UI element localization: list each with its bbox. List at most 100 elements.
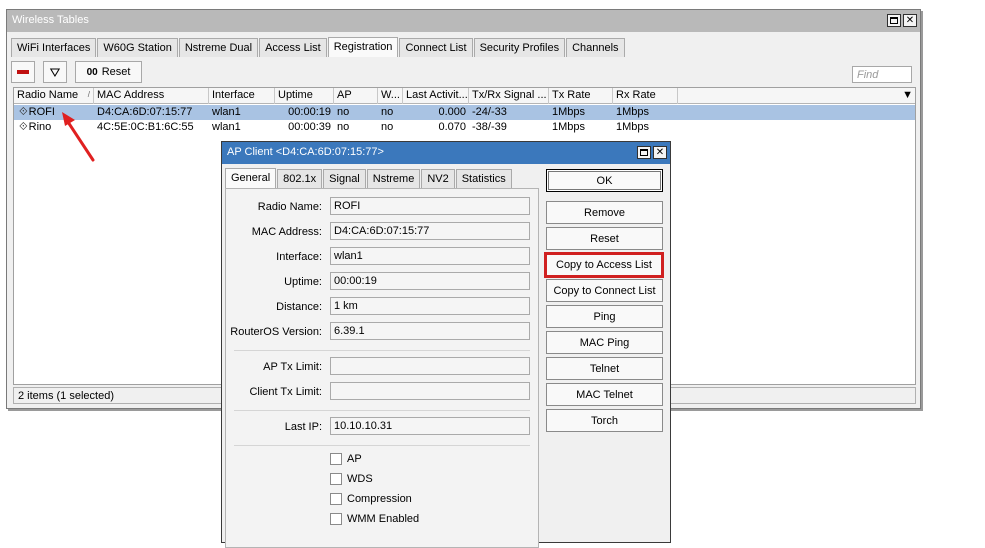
checkbox-box[interactable] <box>330 453 342 465</box>
column-mac-address[interactable]: MAC Address <box>94 88 209 104</box>
close-icon[interactable]: ✕ <box>653 146 667 159</box>
sort-indicator: / <box>87 90 90 99</box>
reset-button[interactable]: Reset <box>546 227 663 250</box>
cell-mac: 4C:5E:0C:B1:6C:55 <box>97 121 194 133</box>
remove-button[interactable]: Remove <box>546 201 663 224</box>
column-wds[interactable]: W... <box>378 88 403 104</box>
separator <box>234 410 530 411</box>
tab-statistics[interactable]: Statistics <box>455 169 512 188</box>
checkbox-box[interactable] <box>330 493 342 505</box>
cell-tx-rate: 1Mbps <box>552 121 586 133</box>
cell-mac: D4:CA:6D:07:15:77 <box>97 106 193 118</box>
label-routeros-version: RouterOS Version: <box>230 326 322 338</box>
label-radio-name: Radio Name: <box>257 201 322 213</box>
filter-button[interactable]: ⛛ <box>43 61 67 83</box>
tab-general[interactable]: General <box>225 168 277 188</box>
distance-field[interactable]: 1 km <box>330 297 530 315</box>
tab-connect-list[interactable]: Connect List <box>399 38 473 57</box>
maximize-icon[interactable] <box>887 14 901 27</box>
torch-button[interactable]: Torch <box>546 409 663 432</box>
reset-counter-icon: 00 <box>86 66 98 78</box>
cell-uptime: 00:00:19 <box>288 106 331 118</box>
interface-field[interactable]: wlan1 <box>330 247 530 265</box>
tab-security-profiles[interactable]: Security Profiles <box>473 38 566 57</box>
column-signal[interactable]: Tx/Rx Signal ... <box>469 88 549 104</box>
column-uptime[interactable]: Uptime <box>275 88 334 104</box>
main-tabs: WiFi Interfaces W60G Station Nstreme Dua… <box>11 37 626 57</box>
cell-radio-name: ⟐ROFI <box>19 106 55 118</box>
label-mac-address: MAC Address: <box>251 226 322 238</box>
checkbox-wds[interactable]: WDS <box>330 472 373 486</box>
label-distance: Distance: <box>276 301 322 313</box>
cell-tx-rate: 1Mbps <box>552 106 586 118</box>
ap-tx-limit-field[interactable] <box>330 357 530 375</box>
separator <box>234 445 530 446</box>
checkbox-compression[interactable]: Compression <box>330 492 412 506</box>
cell-uptime: 00:00:39 <box>288 121 331 133</box>
find-input[interactable]: Find <box>852 66 912 83</box>
dialog-title: AP Client <D4:CA:6D:07:15:77> <box>227 146 384 158</box>
column-interface[interactable]: Interface <box>209 88 275 104</box>
reset-button[interactable]: 00 Reset <box>75 61 142 83</box>
column-tx-rate[interactable]: Tx Rate <box>549 88 613 104</box>
maximize-icon[interactable] <box>637 146 651 159</box>
label-ap-tx-limit: AP Tx Limit: <box>263 361 322 373</box>
cell-ap: no <box>337 106 350 118</box>
cell-last-activity: 0.000 <box>438 106 466 118</box>
cell-interface: wlan1 <box>212 106 241 118</box>
routeros-version-field[interactable]: 6.39.1 <box>330 322 530 340</box>
checkbox-box[interactable] <box>330 513 342 525</box>
telnet-button[interactable]: Telnet <box>546 357 663 380</box>
checkbox-box[interactable] <box>330 473 342 485</box>
remove-button[interactable] <box>11 61 35 83</box>
tab-nstreme[interactable]: Nstreme <box>366 169 421 188</box>
column-radio-name[interactable]: Radio Name / <box>14 88 94 104</box>
radio-icon: ⟐ <box>19 106 28 118</box>
cell-wds: no <box>381 121 394 133</box>
tab-8021x[interactable]: 802.1x <box>277 169 323 188</box>
window-titlebar[interactable]: Wireless Tables ✕ <box>7 10 920 32</box>
tab-wifi-interfaces[interactable]: WiFi Interfaces <box>11 38 97 57</box>
dropdown-arrow-icon[interactable]: ▼ <box>902 89 913 101</box>
filter-icon: ⛛ <box>49 64 61 80</box>
mac-telnet-button[interactable]: MAC Telnet <box>546 383 663 406</box>
client-tx-limit-field[interactable] <box>330 382 530 400</box>
checkbox-ap[interactable]: AP <box>330 452 362 466</box>
column-last-activity[interactable]: Last Activit... <box>403 88 469 104</box>
close-icon[interactable]: ✕ <box>903 14 917 27</box>
column-rx-rate[interactable]: Rx Rate <box>613 88 678 104</box>
column-ap[interactable]: AP <box>334 88 378 104</box>
mac-ping-button[interactable]: MAC Ping <box>546 331 663 354</box>
table-row[interactable]: ⟐Rino 4C:5E:0C:B1:6C:55 wlan1 00:00:39 n… <box>14 120 915 135</box>
radio-name-field[interactable]: ROFI <box>330 197 530 215</box>
ap-client-dialog: AP Client <D4:CA:6D:07:15:77> ✕ General … <box>221 141 671 548</box>
tab-signal[interactable]: Signal <box>323 169 366 188</box>
cell-last-activity: 0.070 <box>438 121 466 133</box>
copy-to-connect-list-button[interactable]: Copy to Connect List <box>546 279 663 302</box>
copy-to-access-list-button[interactable]: Copy to Access List <box>544 252 664 278</box>
dialog-tabs: General 802.1x Signal Nstreme NV2 Statis… <box>225 168 513 188</box>
cell-ap: no <box>337 121 350 133</box>
radio-icon: ⟐ <box>19 121 28 133</box>
mac-address-field[interactable]: D4:CA:6D:07:15:77 <box>330 222 530 240</box>
cell-signal: -38/-39 <box>472 121 507 133</box>
checkbox-wmm-enabled[interactable]: WMM Enabled <box>330 512 419 526</box>
window-title: Wireless Tables <box>12 14 89 26</box>
last-ip-field[interactable]: 10.10.10.31 <box>330 417 530 435</box>
uptime-field[interactable]: 00:00:19 <box>330 272 530 290</box>
cell-wds: no <box>381 106 394 118</box>
cell-radio-name: ⟐Rino <box>19 121 52 133</box>
ok-button[interactable]: OK <box>546 169 663 192</box>
tab-access-list[interactable]: Access List <box>259 38 327 57</box>
tab-nstreme-dual[interactable]: Nstreme Dual <box>178 38 259 57</box>
table-header: Radio Name / MAC Address Interface Uptim… <box>14 88 915 104</box>
dialog-titlebar[interactable]: AP Client <D4:CA:6D:07:15:77> ✕ <box>222 142 670 164</box>
cell-signal: -24/-33 <box>472 106 507 118</box>
tab-nv2[interactable]: NV2 <box>421 169 455 188</box>
separator <box>234 350 530 351</box>
tab-registration[interactable]: Registration <box>327 37 399 57</box>
tab-w60g-station[interactable]: W60G Station <box>97 38 178 57</box>
tab-channels[interactable]: Channels <box>566 38 625 57</box>
ping-button[interactable]: Ping <box>546 305 663 328</box>
table-row[interactable]: ⟐ROFI D4:CA:6D:07:15:77 wlan1 00:00:19 n… <box>14 105 915 120</box>
